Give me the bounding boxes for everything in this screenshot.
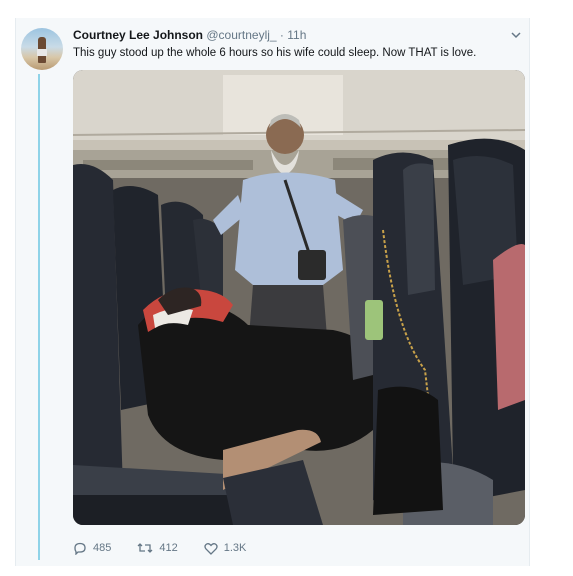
like-count: 1.3K <box>223 542 247 554</box>
tweet-card[interactable]: Courtney Lee Johnson @courtneylj_ · 11h … <box>15 18 530 566</box>
retweet-icon[interactable] <box>137 542 153 554</box>
like-action[interactable]: 1.3K <box>204 542 247 555</box>
reply-count: 485 <box>93 542 112 554</box>
timestamp[interactable]: 11h <box>287 28 306 42</box>
separator: · <box>279 28 284 42</box>
like-icon[interactable] <box>204 542 218 555</box>
thread-line <box>38 74 40 560</box>
avatar[interactable] <box>21 28 63 70</box>
author-name[interactable]: Courtney Lee Johnson <box>73 28 203 42</box>
author-handle[interactable]: @courtneylj_ <box>206 28 276 42</box>
tweet-photo[interactable] <box>73 70 525 525</box>
chevron-down-icon[interactable] <box>511 30 521 42</box>
reply-icon[interactable] <box>73 542 87 555</box>
retweet-action[interactable]: 412 <box>137 542 178 554</box>
tweet-text: This guy stood up the whole 6 hours so h… <box>73 47 477 59</box>
retweet-count: 412 <box>159 542 178 554</box>
tweet-header: Courtney Lee Johnson @courtneylj_ · 11h <box>73 28 306 42</box>
tweet-actions: 485 412 1.3K <box>73 540 272 556</box>
reply-action[interactable]: 485 <box>73 542 111 555</box>
